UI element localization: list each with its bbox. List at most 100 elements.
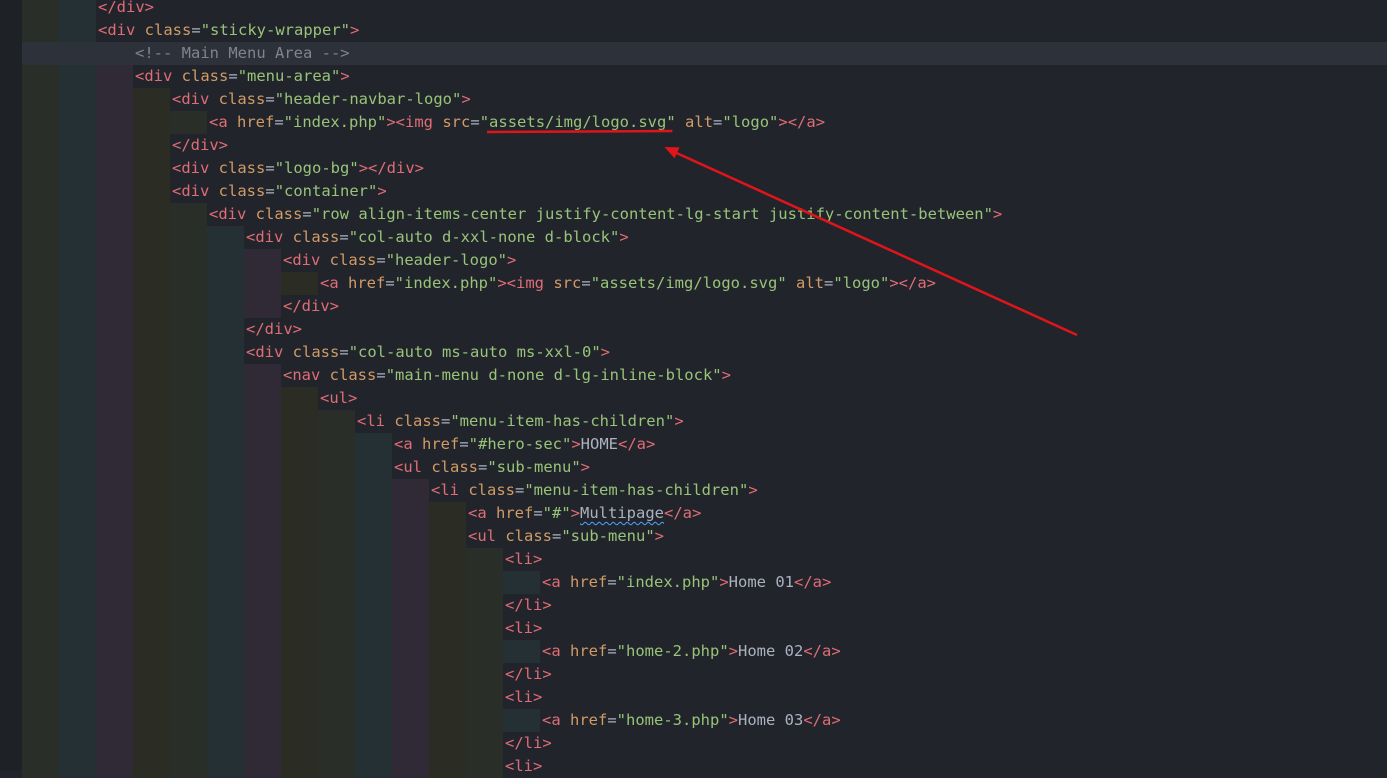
code-token: = (533, 504, 543, 522)
code-line[interactable]: </div> (283, 295, 339, 318)
code-token: </a> (803, 711, 841, 729)
code-token: "sticky-wrapper" (200, 21, 350, 39)
code-token: src (442, 113, 471, 131)
code-token: <a (542, 711, 570, 729)
code-token: "logo-bg" (274, 159, 359, 177)
code-line[interactable]: </div> (246, 318, 302, 341)
code-token: <a (394, 435, 422, 453)
code-token: <div (246, 343, 293, 361)
code-token: <li (505, 757, 533, 775)
code-token: = (713, 113, 723, 131)
code-token: ></div> (358, 159, 425, 177)
code-line[interactable]: <div class="logo-bg"></div> (172, 157, 424, 180)
code-token: "#" (542, 504, 571, 522)
code-line[interactable]: <nav class="main-menu d-none d-lg-inline… (283, 364, 731, 387)
code-line[interactable]: <li class="menu-item-has-children"> (431, 479, 758, 502)
code-token: href (570, 573, 608, 591)
code-token: Home 01 (728, 573, 794, 591)
code-line[interactable]: <li> (505, 548, 542, 571)
code-token: class (329, 251, 377, 269)
code-token: <div (283, 251, 330, 269)
code-line[interactable]: </div> (172, 134, 228, 157)
code-line[interactable]: <a href="home-3.php">Home 03</a> (542, 709, 841, 732)
code-line[interactable]: <div class="sticky-wrapper"> (98, 19, 359, 42)
code-token: Home 02 (738, 642, 804, 660)
code-token: "home-2.php" (616, 642, 729, 660)
code-line[interactable]: <div class="col-auto ms-auto ms-xxl-0"> (246, 341, 610, 364)
code-token: > (571, 435, 581, 453)
code-token: ></a> (778, 113, 826, 131)
code-token: "#hero-sec" (468, 435, 572, 453)
code-token: <div (246, 228, 293, 246)
code-token: = (191, 21, 201, 39)
indent-guide (503, 709, 540, 732)
code-line[interactable]: <div class="row align-items-center justi… (209, 203, 1002, 226)
code-line[interactable]: <div class="col-auto d-xxl-none d-block"… (246, 226, 629, 249)
code-token: > (719, 573, 729, 591)
code-line[interactable]: <li> (505, 755, 542, 778)
code-line[interactable]: </li> (505, 663, 552, 686)
code-line[interactable]: <li> (505, 686, 542, 709)
code-token: <img (395, 113, 443, 131)
indent-guide (281, 272, 318, 295)
code-line[interactable]: <li> (505, 617, 542, 640)
code-line[interactable]: <div class="header-logo"> (283, 249, 516, 272)
code-line[interactable]: <!-- Main Menu Area --> (135, 42, 350, 65)
code-token: = (607, 573, 617, 591)
code-token: > (570, 504, 581, 522)
red-arrow-head (664, 147, 680, 159)
indent-guide (466, 548, 503, 778)
code-token: <div (209, 205, 256, 223)
indent-guide (503, 640, 540, 663)
code-token: = (376, 251, 386, 269)
indent-guide (22, 0, 59, 778)
code-line[interactable]: <a href="index.php">Home 01</a> (542, 571, 831, 594)
code-line[interactable]: </li> (505, 594, 552, 617)
code-token: </li> (505, 734, 552, 752)
code-token: <!-- Main Menu Area --> (135, 44, 350, 62)
indent-guide (244, 249, 281, 318)
code-line[interactable]: <ul class="sub-menu"> (394, 456, 590, 479)
code-token: = (552, 527, 562, 545)
code-line[interactable]: <a href="index.php"><img src="assets/img… (320, 272, 936, 295)
code-token: class (329, 366, 377, 384)
code-line[interactable]: <div class="header-navbar-logo"> (172, 88, 471, 111)
code-line[interactable]: <div class="container"> (172, 180, 387, 203)
code-token: "menu-item-has-children" (450, 412, 675, 430)
code-token: </li> (505, 665, 552, 683)
code-token: > (619, 228, 629, 246)
code-token: <a (468, 504, 496, 522)
code-token: "header-navbar-logo" (274, 90, 462, 108)
code-token: <nav (283, 366, 330, 384)
code-line[interactable]: <a href="home-2.php">Home 02</a> (542, 640, 841, 663)
code-line[interactable]: <li class="menu-item-has-children"> (357, 410, 684, 433)
code-line[interactable]: <a href="index.php"><img src="assets/img… (209, 111, 825, 134)
code-line[interactable]: <a href="#">Multipage</a> (468, 502, 701, 525)
code-token: > (600, 343, 610, 361)
code-line[interactable]: </div> (98, 0, 154, 19)
code-token: class (144, 21, 192, 39)
code-token: </a> (803, 642, 841, 660)
code-token: <li (357, 412, 395, 430)
code-line[interactable]: </li> (505, 732, 552, 755)
code-token: </a> (794, 573, 832, 591)
code-line[interactable]: <div class="menu-area"> (135, 65, 350, 88)
code-token: = (470, 113, 480, 131)
code-line[interactable]: <ul> (320, 387, 357, 410)
code-token: = (376, 366, 386, 384)
code-line[interactable]: <ul class="sub-menu"> (468, 525, 664, 548)
code-token: "main-menu d-none d-lg-inline-block" (385, 366, 722, 384)
code-token: </div> (246, 320, 302, 338)
code-editor[interactable]: </div> <div class="sticky-wrapper"> <!-- M… (0, 0, 1387, 778)
code-token: <div (135, 67, 182, 85)
code-token: </li> (505, 596, 552, 614)
indent-guide (429, 502, 466, 778)
code-token: </a> (664, 504, 702, 522)
indent-guide (392, 479, 429, 778)
code-token: <li (505, 619, 533, 637)
code-token: <img (506, 274, 554, 292)
code-token: > (654, 527, 665, 545)
code-token: <a (320, 274, 348, 292)
code-line[interactable]: <a href="#hero-sec">HOME</a> (394, 433, 655, 456)
